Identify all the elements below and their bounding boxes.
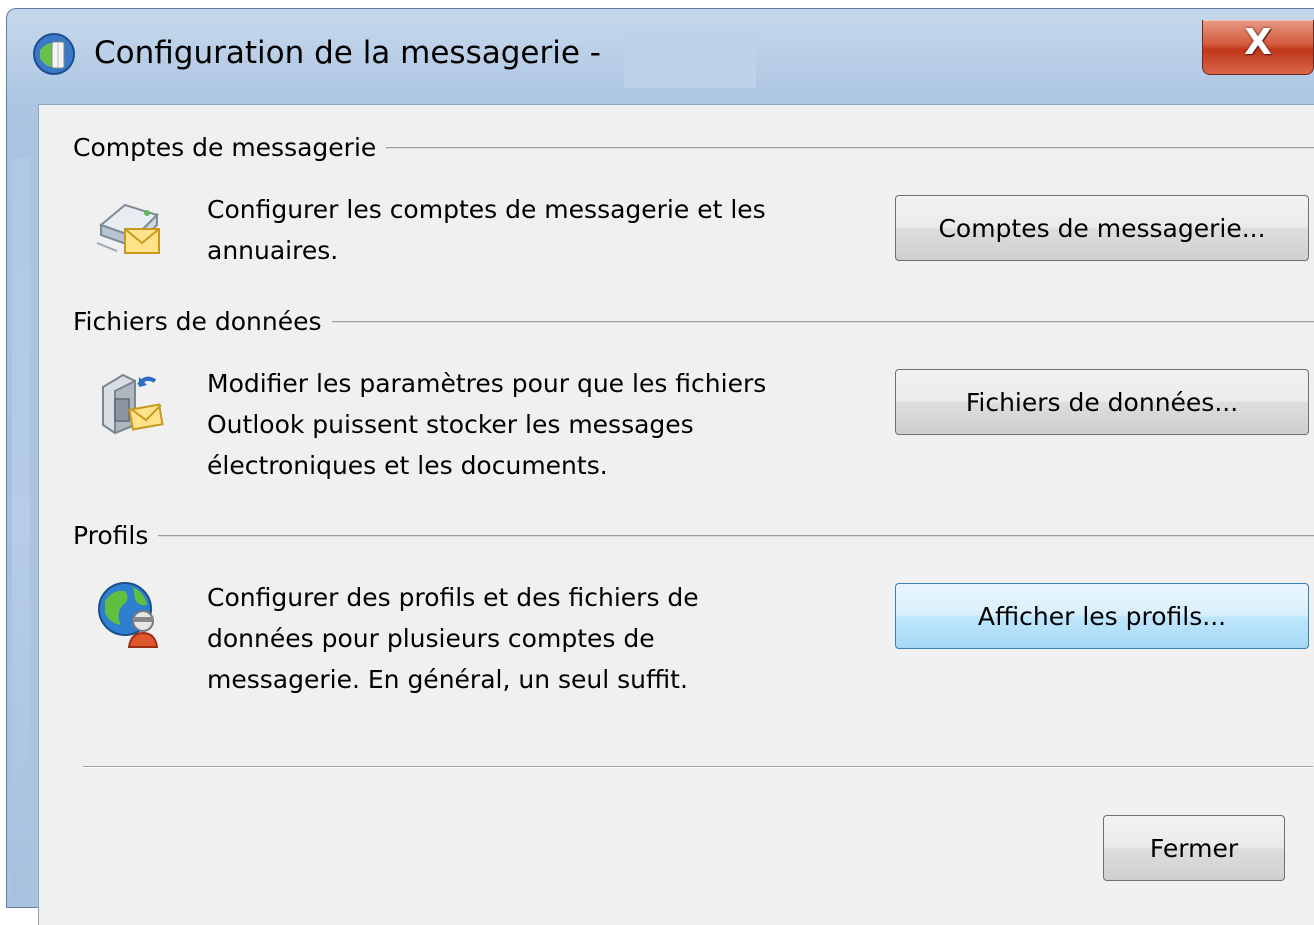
group-label-fichiers: Fichiers de données <box>73 307 332 336</box>
window-title: Configuration de la messagerie - <box>94 35 601 71</box>
email-accounts-button[interactable]: Comptes de messagerie... <box>895 195 1309 261</box>
fichiers-description: Modifier les paramètres pour que les fic… <box>207 369 767 480</box>
show-profiles-button[interactable]: Afficher les profils... <box>895 583 1309 649</box>
dialog-content: Comptes de messagerie Configurer les com… <box>38 104 1314 925</box>
data-files-button[interactable]: Fichiers de données... <box>895 369 1309 435</box>
comptes-description: Configurer les comptes de messagerie et … <box>207 195 766 265</box>
close-window-button[interactable]: X <box>1202 20 1314 75</box>
footer-separator <box>83 766 1313 768</box>
mail-account-icon <box>96 203 160 254</box>
group-label-comptes: Comptes de messagerie <box>73 133 387 162</box>
dialog-window: Configuration de la messagerie - X Compt… <box>6 8 1314 925</box>
outlook-app-icon <box>33 33 75 75</box>
redacted-title-area <box>624 30 756 88</box>
profile-globe-icon <box>98 582 159 648</box>
group-divider <box>73 535 1314 537</box>
close-icon: X <box>1244 22 1272 63</box>
title-bar[interactable]: Configuration de la messagerie - X <box>6 8 1314 96</box>
close-button[interactable]: Fermer <box>1103 815 1285 881</box>
group-label-profils: Profils <box>73 521 159 550</box>
data-file-icon <box>102 373 164 435</box>
profils-description: Configurer des profils et des fichiers d… <box>207 583 699 694</box>
